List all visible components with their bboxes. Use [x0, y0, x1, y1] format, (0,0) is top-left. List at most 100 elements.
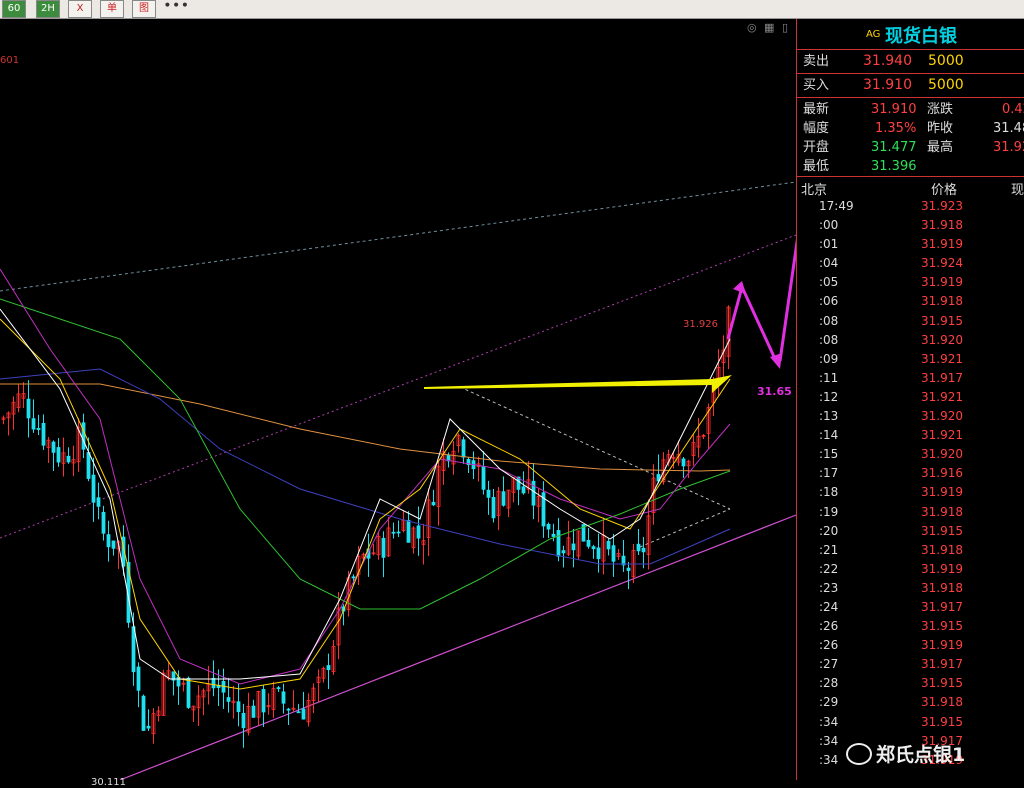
tick-time: :11	[819, 370, 839, 385]
magenta-path-line	[726, 282, 778, 362]
candle	[91, 474, 96, 503]
tick-time: 17:49	[819, 199, 854, 213]
period-2h-button[interactable]: 2H	[36, 0, 60, 18]
tick-price: 31.919	[921, 237, 963, 252]
tick-row: :18 31.919	[797, 483, 1024, 502]
period-60-button[interactable]: 60	[2, 0, 26, 18]
tick-price: 31.921	[921, 351, 963, 366]
tick-row: :08 31.920	[797, 331, 1024, 350]
prevclose-value: 31.48	[993, 121, 1024, 136]
low-price-label: 30.111	[91, 777, 126, 788]
ma-purple-line	[0, 268, 731, 685]
candle	[591, 546, 596, 550]
chart-canvas[interactable]	[0, 19, 796, 780]
candle	[606, 540, 611, 550]
candle	[641, 547, 646, 553]
tick-header-time: 北京	[801, 183, 828, 198]
candle	[51, 441, 56, 453]
candlestick-chart[interactable]: 601 ◎ ▦ ▯ 31.926 30.111 31.65	[0, 19, 796, 788]
candle	[86, 452, 91, 479]
tick-time: :08	[819, 332, 839, 347]
candle	[326, 665, 331, 671]
more-icon[interactable]: ∙∙∙	[163, 0, 189, 16]
chart-toolbar-icons[interactable]: ◎ ▦ ▯	[747, 21, 790, 34]
tick-price: 31.917	[921, 599, 963, 614]
tick-row: :23 31.918	[797, 579, 1024, 598]
candle	[106, 534, 111, 548]
tick-row: :11 31.917	[797, 369, 1024, 388]
tick-list[interactable]: 17:49 31.923:00 31.918:01 31.919:04 31.924:0…	[797, 197, 1024, 770]
range-label: 幅度	[803, 121, 830, 136]
tick-header-volume: 现	[1011, 183, 1024, 198]
candle	[66, 455, 71, 463]
candle	[521, 486, 526, 494]
tick-time: :17	[819, 466, 839, 481]
candle	[281, 691, 286, 704]
tick-time: :13	[819, 409, 839, 424]
tick-price: 31.918	[921, 294, 963, 309]
candle	[96, 497, 101, 507]
sell-price: 31.940	[863, 53, 912, 69]
latest-value: 31.910	[871, 102, 917, 117]
candle	[226, 697, 231, 702]
chart-tool-button[interactable]: 图	[132, 0, 156, 18]
tick-time: :23	[819, 580, 839, 595]
tick-time: :09	[819, 351, 839, 366]
tick-time: :15	[819, 447, 839, 462]
candle	[101, 511, 106, 534]
sell-volume: 5000	[928, 53, 964, 69]
tick-row: :13 31.920	[797, 407, 1024, 426]
tick-time: :14	[819, 428, 839, 443]
tick-price: 31.918	[921, 580, 963, 595]
open-label: 开盘	[803, 140, 830, 155]
high-price-label: 31.926	[683, 319, 718, 330]
tick-time: :28	[819, 676, 839, 691]
quote-panel: AG 现货白银 卖出 31.940 5000 买入 31.910 5000 最新…	[796, 19, 1024, 780]
candle	[611, 545, 616, 562]
tick-time: :34	[819, 714, 839, 729]
tick-row: :12 31.921	[797, 388, 1024, 407]
candle	[26, 398, 31, 419]
tick-row: :09 31.921	[797, 350, 1024, 369]
candle	[31, 418, 36, 430]
tick-row: :26 31.915	[797, 617, 1024, 636]
high-label: 最高	[927, 140, 954, 155]
sell-row[interactable]: 卖出 31.940 5000	[797, 50, 1024, 73]
change-value: 0.42	[1002, 102, 1024, 117]
watermark: 郑氏点银1	[846, 740, 965, 767]
candle	[551, 533, 556, 537]
weibo-icon	[846, 742, 872, 765]
tick-row: :29 31.918	[797, 693, 1024, 712]
tick-time: :21	[819, 542, 839, 557]
symbol-code-label: AG	[866, 29, 881, 40]
tick-row: :08 31.915	[797, 312, 1024, 331]
candle	[241, 712, 246, 729]
tick-price: 31.920	[921, 332, 963, 347]
sell-label: 卖出	[803, 54, 830, 69]
candle	[261, 689, 266, 713]
candle	[396, 531, 401, 534]
buy-row[interactable]: 买入 31.910 5000	[797, 74, 1024, 97]
tick-price: 31.919	[921, 485, 963, 500]
tick-row: 17:49 31.923	[797, 197, 1024, 216]
tick-row: :04 31.924	[797, 254, 1024, 273]
candle	[186, 677, 191, 708]
tick-price: 31.919	[921, 561, 963, 576]
buy-volume: 5000	[928, 77, 964, 93]
candle	[81, 422, 86, 450]
tick-price: 31.919	[921, 638, 963, 653]
candle	[561, 550, 566, 554]
candle	[56, 447, 61, 463]
tick-time: :00	[819, 218, 839, 233]
tick-price: 31.915	[921, 714, 963, 729]
candle	[276, 687, 281, 690]
candle	[501, 491, 506, 506]
buy-label: 买入	[803, 78, 830, 93]
close-order-button[interactable]: X	[68, 0, 92, 18]
ma-yellow-line	[0, 318, 731, 690]
order-button[interactable]: 单	[100, 0, 124, 18]
target-price-label: 31.65	[757, 385, 792, 398]
tick-time: :18	[819, 485, 839, 500]
tick-row: :00 31.918	[797, 216, 1024, 235]
high-value: 31.92	[993, 140, 1024, 155]
